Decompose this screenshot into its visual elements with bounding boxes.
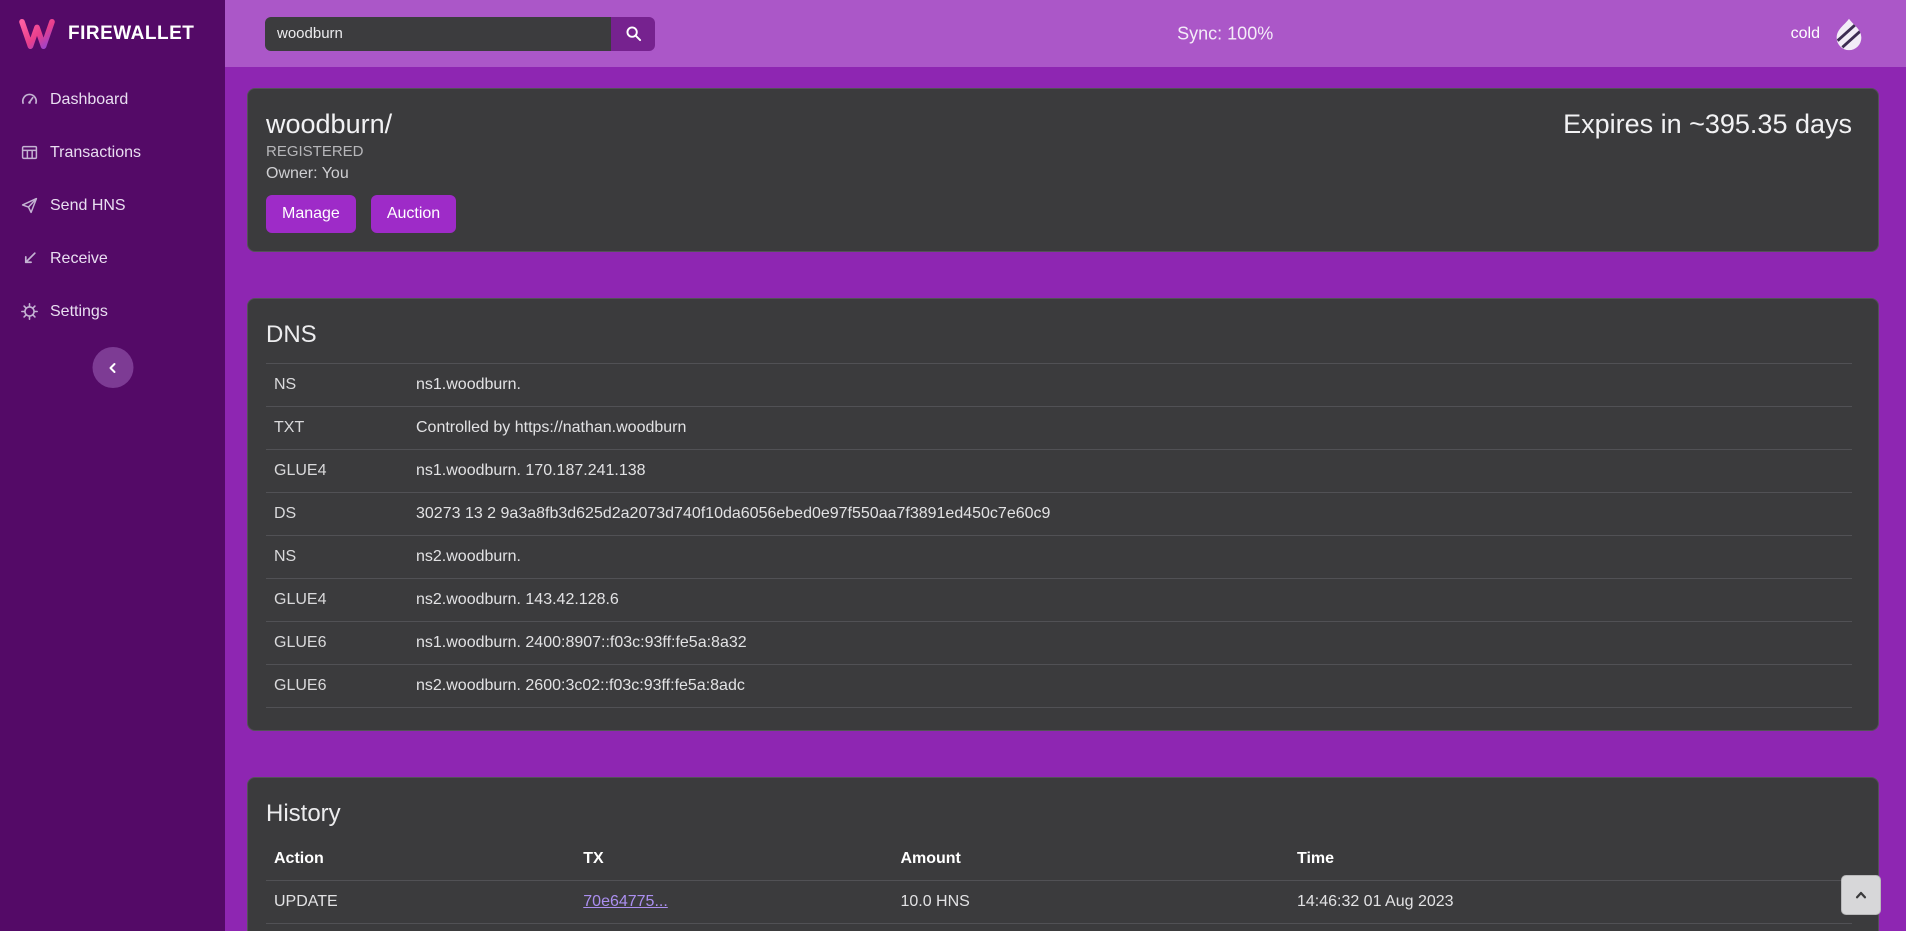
firewallet-logo-icon [18,19,56,49]
wallet-name: cold [1791,25,1820,43]
sidebar-item-label: Dashboard [50,91,128,109]
sidebar-item-label: Send HNS [50,197,126,215]
history-table: Action TX Amount Time UPDATE 70e64775...… [266,838,1852,931]
domain-owner: Owner: You [266,164,456,183]
dns-record-row: NS ns2.woodburn. [266,536,1852,579]
history-col-tx: TX [575,838,892,881]
sidebar-nav: Dashboard Transactions Send HNS [0,67,225,338]
history-amount: 10.0 HNS [892,924,1289,931]
sidebar-item-transactions[interactable]: Transactions [0,126,225,179]
tx-link[interactable]: 70e64775... [583,893,668,910]
dns-record-value: ns1.woodburn. 2400:8907::f03c:93ff:fe5a:… [408,622,1852,665]
dns-record-type: NS [266,364,408,407]
dns-card-title: DNS [266,321,1852,349]
fire-logo-icon [1830,17,1868,51]
dns-table: NS ns1.woodburn. TXT Controlled by https… [266,363,1852,708]
dns-record-value: ns2.woodburn. 143.42.128.6 [408,579,1852,622]
dns-record-type: DS [266,493,408,536]
dns-record-type: GLUE4 [266,450,408,493]
history-action: RENEW [266,924,575,931]
sidebar-collapse-button[interactable] [92,347,133,388]
dns-record-type: GLUE6 [266,665,408,708]
wallet-selector[interactable]: cold [1791,17,1868,51]
domain-actions: Manage Auction [266,195,456,233]
domain-name: woodburn/ [266,109,456,139]
sidebar-item-send-hns[interactable]: Send HNS [0,179,225,232]
dns-card: DNS NS ns1.woodburn. TXT Controlled by h… [247,298,1879,731]
dns-record-value: 30273 13 2 9a3a8fb3d625d2a2073d740f10da6… [408,493,1852,536]
sidebar-item-dashboard[interactable]: Dashboard [0,73,225,126]
history-time: 14:46:32 01 Aug 2023 [1289,881,1852,924]
sidebar-item-label: Settings [50,303,108,321]
domain-card: woodburn/ REGISTERED Owner: You Manage A… [247,88,1879,252]
sidebar-item-settings[interactable]: Settings [0,285,225,338]
sidebar-item-receive[interactable]: Receive [0,232,225,285]
main-area: Sync: 100% cold [225,0,1906,931]
dns-record-row: GLUE4 ns1.woodburn. 170.187.241.138 [266,450,1852,493]
dns-record-row: TXT Controlled by https://nathan.woodbur… [266,407,1852,450]
search-icon [625,25,642,42]
sidebar-item-label: Receive [50,250,108,268]
scroll-top-button[interactable] [1841,875,1881,915]
dns-record-row: GLUE4 ns2.woodburn. 143.42.128.6 [266,579,1852,622]
history-time: 15:45:36 07 Feb 2023 [1289,924,1852,931]
app-title: FIREWALLET [68,23,194,45]
search-input[interactable] [265,17,611,51]
dns-record-type: GLUE4 [266,579,408,622]
brand[interactable]: FIREWALLET [0,0,225,67]
dns-record-value: ns1.woodburn. 170.187.241.138 [408,450,1852,493]
dns-record-row: GLUE6 ns2.woodburn. 2600:3c02::f03c:93ff… [266,665,1852,708]
sync-status: Sync: 100% [1177,23,1273,44]
receive-icon [20,250,38,268]
gear-icon [20,303,38,321]
search-button[interactable] [611,17,655,51]
sidebar-item-label: Transactions [50,144,141,162]
dns-record-type: GLUE6 [266,622,408,665]
topbar: Sync: 100% cold [225,0,1906,67]
dns-record-value: ns2.woodburn. [408,536,1852,579]
domain-info: woodburn/ REGISTERED Owner: You Manage A… [266,109,456,233]
dashboard-icon [20,91,38,109]
chevron-up-icon [1852,886,1870,904]
history-col-amount: Amount [892,838,1289,881]
dns-record-value: Controlled by https://nathan.woodburn [408,407,1852,450]
search-group [265,17,655,51]
dns-record-type: TXT [266,407,408,450]
dns-record-value: ns1.woodburn. [408,364,1852,407]
app-root: FIREWALLET Dashboard Transactions [0,0,1906,931]
dns-record-row: GLUE6 ns1.woodburn. 2400:8907::f03c:93ff… [266,622,1852,665]
auction-button[interactable]: Auction [371,195,456,233]
manage-button[interactable]: Manage [266,195,356,233]
send-icon [20,197,38,215]
history-row: UPDATE 70e64775... 10.0 HNS 14:46:32 01 … [266,881,1852,924]
history-row: RENEW d7c3f2... 10.0 HNS 15:45:36 07 Feb… [266,924,1852,931]
dns-record-type: NS [266,536,408,579]
history-action: UPDATE [266,881,575,924]
history-card: History Action TX Amount Time UPDATE [247,777,1879,931]
dns-record-row: NS ns1.woodburn. [266,364,1852,407]
expiry-info: Expires in ~395.35 days [1563,109,1852,139]
sidebar: FIREWALLET Dashboard Transactions [0,0,225,931]
transactions-icon [20,144,38,162]
history-col-time: Time [1289,838,1852,881]
history-header-row: Action TX Amount Time [266,838,1852,881]
domain-status: REGISTERED [266,143,456,161]
chevron-left-icon [105,360,121,376]
history-card-title: History [266,800,1852,828]
page-content: woodburn/ REGISTERED Owner: You Manage A… [225,67,1906,931]
dns-record-value: ns2.woodburn. 2600:3c02::f03c:93ff:fe5a:… [408,665,1852,708]
history-amount: 10.0 HNS [892,881,1289,924]
dns-record-row: DS 30273 13 2 9a3a8fb3d625d2a2073d740f10… [266,493,1852,536]
history-col-action: Action [266,838,575,881]
